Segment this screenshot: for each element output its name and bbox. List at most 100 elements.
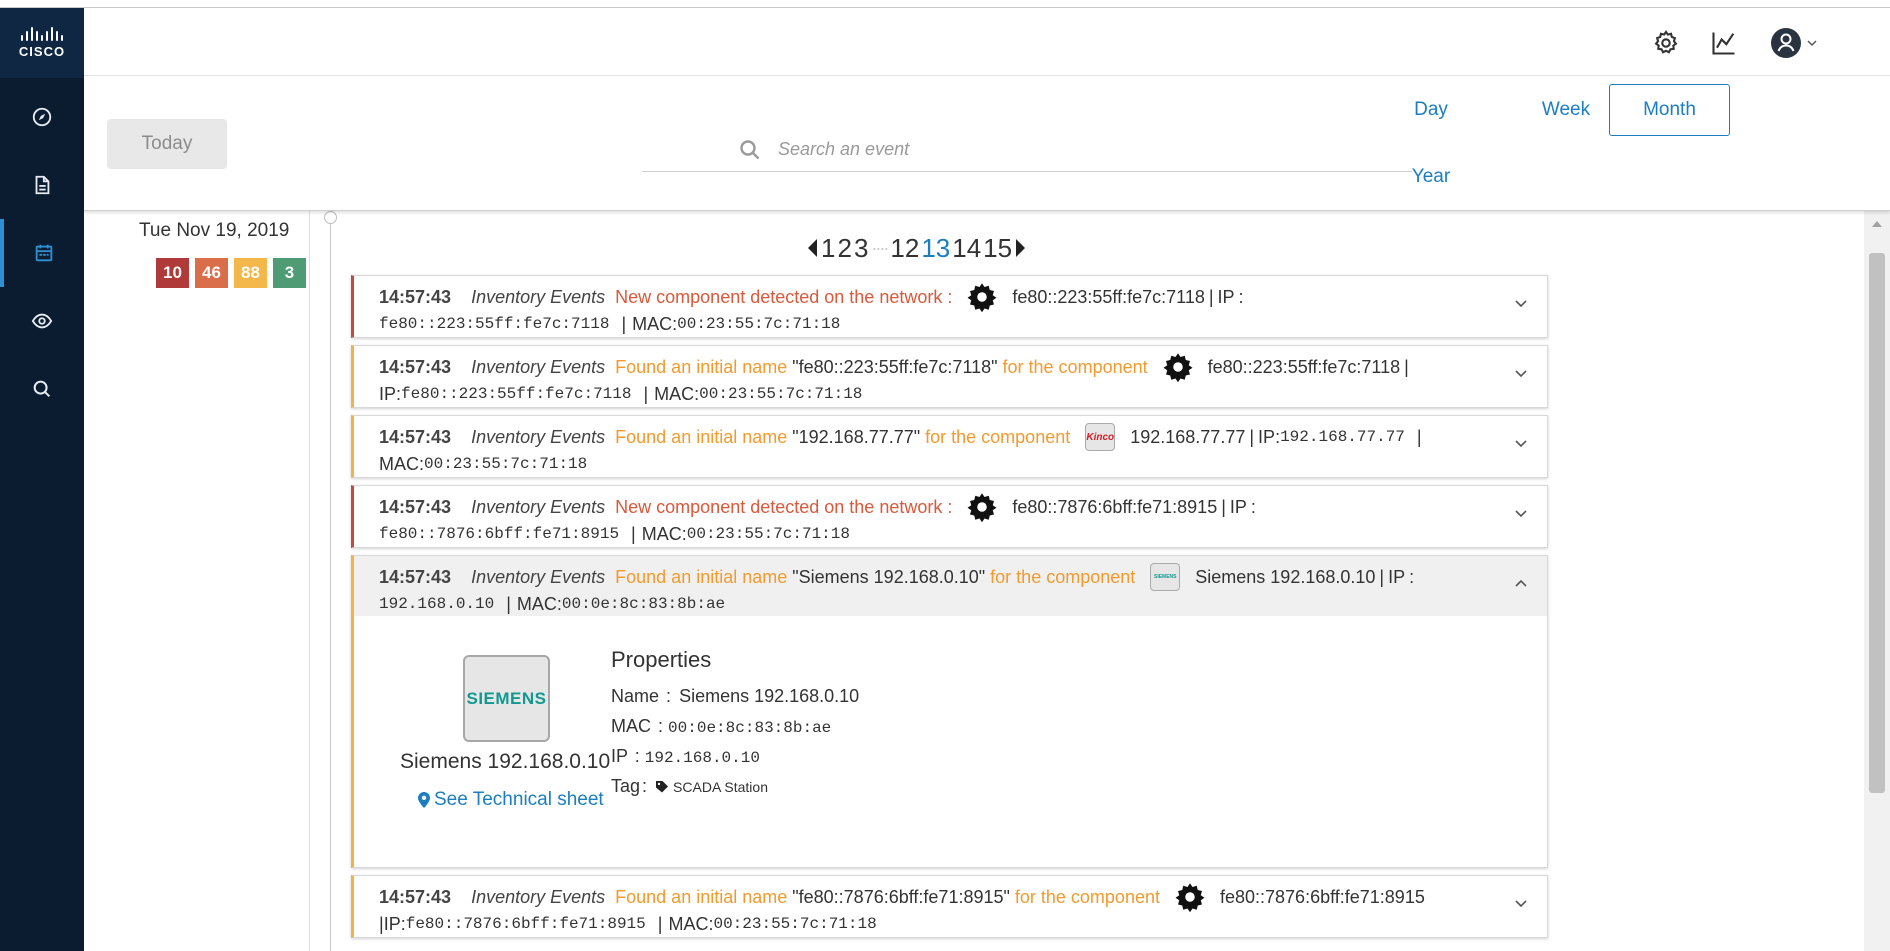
event-row[interactable]: 14:57:43 Inventory Events Found an initi… — [351, 415, 1548, 478]
technical-sheet-link[interactable]: See Technical sheet — [418, 789, 604, 811]
ip-label: IP — [1229, 496, 1247, 517]
period-year-button[interactable]: Year — [1369, 151, 1493, 203]
event-time: 14:57:43 — [379, 426, 452, 447]
event-time: 14:57:43 — [379, 356, 452, 377]
component-name[interactable]: 192.168.77.77 — [1130, 427, 1245, 448]
event-message-suffix: for the component — [990, 566, 1136, 587]
component-name[interactable]: Siemens 192.168.0.10 — [1195, 567, 1375, 588]
event-message-suffix: for the component — [1002, 356, 1148, 377]
event-detail: | IP : fe80::7876:6bff:fe71:8915 | MAC :… — [379, 911, 877, 937]
page-13-current[interactable]: 13 — [921, 233, 950, 264]
period-day-button[interactable]: Day — [1369, 84, 1493, 136]
event-row[interactable]: 14:57:43 Inventory Events Found an initi… — [351, 345, 1548, 408]
next-page-icon[interactable] — [1016, 239, 1026, 257]
component-name[interactable]: fe80::7876:6bff:fe71:8915 — [1220, 887, 1425, 908]
sidebar: CISCO — [0, 8, 84, 951]
vertical-scrollbar[interactable] — [1864, 211, 1890, 951]
colon: : — [658, 716, 664, 736]
ip-value: 192.168.0.10 — [379, 595, 495, 613]
timeline-date: Tue Nov 19, 2019 — [139, 220, 290, 241]
event-quoted-name: "192.168.77.77" — [792, 426, 921, 447]
component-name[interactable]: fe80::7876:6bff:fe71:8915 — [1012, 497, 1217, 518]
pipe-separator: | — [643, 383, 649, 404]
ip-label: IP — [1388, 566, 1406, 587]
timeline-dot — [324, 211, 337, 224]
page-12[interactable]: 12 — [890, 233, 919, 264]
chevron-up-icon[interactable] — [1513, 578, 1529, 590]
pipe-separator: | — [631, 523, 636, 544]
chevron-down-icon[interactable] — [1513, 368, 1529, 380]
sidebar-item-explore[interactable] — [0, 83, 84, 151]
page-1[interactable]: 1 — [821, 233, 835, 264]
tag-label: Tag — [611, 776, 641, 796]
severity-badge-low[interactable]: 3 — [273, 258, 306, 288]
severity-badge-high[interactable]: 46 — [195, 258, 228, 288]
top-header — [84, 8, 1890, 76]
pipe-separator: | — [1221, 496, 1226, 517]
sidebar-item-events[interactable] — [0, 219, 84, 287]
scroll-up-arrow[interactable] — [1872, 221, 1882, 227]
settings-button[interactable] — [1649, 26, 1683, 60]
event-search — [642, 128, 1412, 172]
event-summary: 14:57:43 Inventory Events Found an initi… — [379, 353, 1409, 382]
event-row-expanded[interactable]: 14:57:43 Inventory Events Found an initi… — [351, 555, 1548, 868]
component-kinco-icon: Kinco — [1084, 421, 1116, 453]
pipe-separator: | — [1404, 356, 1409, 377]
mac-label: MAC — [611, 716, 651, 736]
chevron-down-icon[interactable] — [1513, 508, 1529, 520]
ip-value: fe80::223:55ff:fe7c:7118 — [379, 315, 610, 333]
user-menu-button[interactable] — [1764, 26, 1824, 60]
page-2[interactable]: 2 — [837, 233, 851, 264]
period-month-button[interactable]: Month — [1609, 84, 1730, 136]
search-icon — [33, 380, 51, 398]
event-detail: MAC : 00:23:55:7c:71:18 — [379, 451, 587, 477]
search-input[interactable] — [778, 134, 1378, 164]
event-quoted-name: "fe80::223:55ff:fe7c:7118" — [792, 356, 998, 377]
chevron-down-icon[interactable] — [1513, 438, 1529, 450]
document-icon — [35, 175, 50, 195]
chevron-down-icon[interactable] — [1513, 298, 1529, 310]
colon: : — [1250, 496, 1256, 517]
siemens-mini-logo: SIEMENS — [1150, 563, 1181, 591]
search-icon — [740, 140, 760, 160]
chevron-down-icon[interactable] — [1513, 898, 1529, 910]
ip-label: IP — [383, 913, 401, 934]
prev-page-icon[interactable] — [808, 239, 817, 257]
statistics-button[interactable] — [1707, 26, 1741, 60]
sidebar-item-search[interactable] — [0, 355, 84, 423]
ip-value: 192.168.77.77 — [1280, 428, 1405, 446]
cisco-logo[interactable]: CISCO — [0, 8, 84, 78]
sidebar-item-monitor[interactable] — [0, 287, 84, 355]
component-name[interactable]: fe80::223:55ff:fe7c:7118 — [1208, 357, 1401, 378]
pagination: 1 2 3 ···· 12 13 14 15 — [808, 232, 1026, 264]
property-ip: IP : 192.168.0.10 — [611, 746, 760, 767]
page-15[interactable]: 15 — [983, 233, 1012, 264]
component-gear-icon — [966, 491, 998, 523]
name-label: Name — [611, 686, 660, 706]
colon: : — [1409, 566, 1415, 587]
severity-badges: 10 46 88 3 — [156, 258, 306, 288]
page-ellipsis: ···· — [871, 237, 889, 258]
event-detail: 192.168.0.10 | MAC : 00:0e:8c:83:8b:ae — [379, 591, 725, 617]
event-row[interactable]: 14:57:43 Inventory Events New component … — [351, 485, 1548, 548]
tag-chip[interactable]: SCADA Station — [655, 779, 768, 795]
today-button[interactable]: Today — [107, 119, 227, 169]
event-row[interactable]: 14:57:43 Inventory Events Found an initi… — [351, 875, 1548, 938]
event-message: New component detected on the network : — [615, 496, 953, 517]
sidebar-item-reports[interactable] — [0, 151, 84, 219]
pipe-separator: | — [657, 913, 663, 934]
event-row[interactable]: 14:57:43 Inventory Events New component … — [351, 275, 1548, 338]
severity-badge-critical[interactable]: 10 — [156, 258, 189, 288]
severity-badge-medium[interactable]: 88 — [234, 258, 267, 288]
scrollbar-thumb[interactable] — [1869, 253, 1885, 793]
event-quoted-name: "Siemens 192.168.0.10" — [792, 566, 986, 587]
event-summary: 14:57:43 Inventory Events Found an initi… — [379, 421, 1422, 453]
page-14[interactable]: 14 — [952, 233, 981, 264]
colon: : — [642, 776, 648, 796]
component-name[interactable]: fe80::223:55ff:fe7c:7118 — [1012, 287, 1205, 308]
tag-value: SCADA Station — [673, 778, 768, 795]
page-3[interactable]: 3 — [854, 233, 868, 264]
property-mac: MAC : 00:0e:8c:83:8b:ae — [611, 716, 831, 737]
mac-label: MAC — [668, 913, 709, 934]
mac-label: MAC — [654, 383, 695, 404]
